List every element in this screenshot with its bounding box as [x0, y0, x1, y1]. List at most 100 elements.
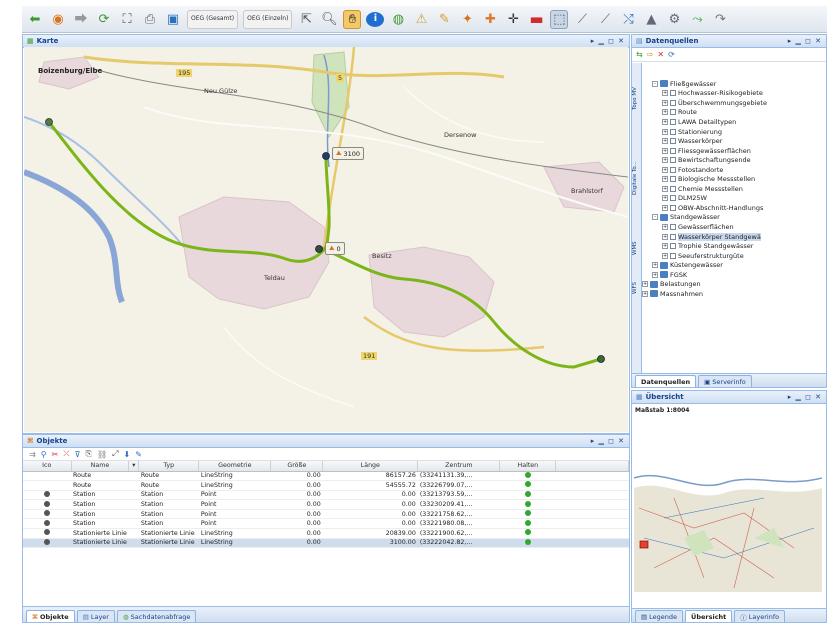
col-header-type[interactable]: Typ — [138, 461, 200, 472]
remove-icon[interactable]: ⤫ — [63, 449, 69, 459]
table-row[interactable]: Stationierte Linie Stationierte Linie Line… — [23, 528, 629, 539]
layer-checkbox[interactable] — [670, 118, 676, 125]
network-icon[interactable]: ⛶ — [118, 10, 136, 29]
expand-icon[interactable]: + — [652, 271, 658, 278]
expand-icon[interactable]: + — [662, 118, 668, 125]
table-row[interactable]: Station Station Point 0.00 0.00 (33221758.62,… — [23, 509, 629, 520]
tree-node[interactable]: - Standgewässer — [642, 213, 822, 223]
layer-checkbox[interactable] — [670, 176, 676, 183]
print-icon[interactable]: ⎙ — [141, 10, 159, 29]
tree-node[interactable]: + Wasserkörper — [642, 136, 822, 146]
col-header-center[interactable]: Zentrum — [417, 461, 501, 472]
panel-window-controls[interactable]: ▸ ▁ ◻ ✕ — [591, 437, 625, 445]
tab-layer[interactable]: ▤ Layer — [76, 610, 115, 622]
tree-node[interactable]: + Route — [642, 108, 822, 118]
tree-node[interactable]: + Fliessgewässerflächen — [642, 146, 822, 156]
tab-objekte[interactable]: ⌘ Objekte — [26, 610, 75, 622]
add-source-icon[interactable]: ⇨ — [647, 50, 654, 59]
tree-node[interactable]: + FGSK — [642, 270, 822, 280]
map-canvas[interactable]: Boizenburg/Elbe Neu Gülze Dersenow Brahl… — [24, 47, 628, 432]
panel-window-controls[interactable]: ▸ ▁ ◻ ✕ — [788, 393, 822, 401]
select-area-icon[interactable]: ⬚ — [550, 9, 569, 29]
tab-uebersicht[interactable]: Übersicht — [685, 610, 733, 622]
tree-node[interactable]: + Chemie Messstellen — [642, 184, 822, 194]
expand-icon[interactable]: + — [662, 138, 668, 145]
tree-node[interactable]: + LAWA Detailtypen — [642, 117, 822, 127]
hold-status-icon[interactable] — [524, 490, 531, 497]
crosshair-icon[interactable]: ✛ — [504, 10, 522, 29]
layer-checkbox[interactable] — [670, 138, 676, 145]
hold-status-icon[interactable] — [524, 471, 531, 478]
export-icon[interactable]: ⬇ — [124, 450, 131, 459]
tab-legende[interactable]: ▤ Legende — [635, 610, 684, 622]
info-icon[interactable]: i — [366, 11, 385, 27]
col-header-geometry[interactable]: Geometrie — [198, 461, 272, 472]
tree-node[interactable]: + Küstengewässer — [642, 260, 822, 270]
tree-node[interactable]: + Seeuferstrukturgüte — [642, 251, 822, 261]
col-header-hold[interactable]: Halten — [499, 461, 557, 472]
panel-window-controls[interactable]: ▸ ▁ ◻ ✕ — [591, 37, 625, 45]
route-icon[interactable]: ⤳ — [688, 10, 706, 29]
tree-node[interactable]: + Biologische Messstellen — [642, 174, 822, 184]
expand-icon[interactable]: + — [662, 90, 668, 97]
tree-node[interactable]: + DLM25W — [642, 194, 822, 204]
tab-topo-mv[interactable]: Topo MV — [632, 69, 642, 129]
expand-icon[interactable]: + — [662, 185, 668, 192]
tab-digitale-topo[interactable]: Digitale To... — [632, 143, 642, 213]
pan-hand-icon[interactable]: ✋︎ — [343, 9, 362, 29]
triangle-icon[interactable]: ▲ — [642, 10, 660, 29]
tab-wfs[interactable]: WFS — [632, 273, 642, 303]
expand-icon[interactable]: + — [662, 157, 668, 164]
station-marker-label[interactable]: ⛰ 0 — [325, 242, 345, 255]
oeg-single-button[interactable]: OEG (Einzeln) — [243, 9, 293, 29]
remove-source-icon[interactable]: ✕ — [657, 50, 664, 59]
expand-icon[interactable]: + — [662, 99, 668, 106]
tab-serverinfo[interactable]: ▣ Serverinfo — [698, 375, 752, 387]
layer-checkbox[interactable] — [670, 99, 676, 106]
back-icon[interactable]: ⬅ — [26, 10, 44, 29]
layer-checkbox[interactable] — [670, 233, 676, 240]
tree-node[interactable]: + Bewirtschaftungsende — [642, 155, 822, 165]
station-marker-label[interactable]: ⛰ 3100 — [332, 147, 365, 160]
redo-icon[interactable]: ↷ — [711, 10, 729, 29]
split-icon[interactable]: ⤭ — [619, 10, 637, 29]
tab-layerinfo[interactable]: ⓘ Layerinfo — [734, 610, 786, 622]
expand-icon[interactable]: + — [662, 243, 668, 250]
line-icon[interactable]: ▬ — [527, 10, 545, 29]
layer-checkbox[interactable] — [670, 147, 676, 154]
disk-icon[interactable]: ▣ — [164, 10, 182, 29]
layer-tool-icon[interactable]: ⇆ — [636, 50, 643, 59]
expand-icon[interactable]: + — [662, 233, 668, 240]
layer-checkbox[interactable] — [670, 166, 676, 173]
col-header-sort[interactable]: ▾ — [128, 461, 140, 472]
layer-checkbox[interactable] — [670, 243, 676, 250]
zoom-icon[interactable]: 🔍︎ — [320, 10, 338, 29]
refresh-source-icon[interactable]: ⟳ — [668, 50, 675, 59]
expand-icon[interactable]: + — [642, 290, 648, 297]
collapse-icon[interactable]: - — [652, 214, 658, 221]
layer-checkbox[interactable] — [670, 90, 676, 97]
layer-checkbox[interactable] — [670, 185, 676, 192]
point-edit-icon[interactable]: ✚ — [481, 10, 499, 29]
edit-icon[interactable]: ✎ — [135, 450, 142, 459]
expand-icon[interactable]: + — [662, 176, 668, 183]
expand-icon[interactable]: + — [662, 204, 668, 211]
tree-node[interactable]: + Stationierung — [642, 127, 822, 137]
oeg-overall-button[interactable]: OEG (Gesamt) — [187, 9, 239, 29]
tree-node[interactable]: + Überschwemmungsgebiete — [642, 98, 822, 108]
hold-status-icon[interactable] — [524, 529, 531, 536]
hold-status-icon[interactable] — [524, 481, 531, 488]
hold-status-icon[interactable] — [524, 538, 531, 545]
layer-checkbox[interactable] — [670, 195, 676, 202]
expand-icon[interactable]: + — [642, 281, 648, 288]
expand-icon[interactable]: + — [662, 166, 668, 173]
layer-checkbox[interactable] — [670, 223, 676, 230]
expand-icon[interactable]: + — [662, 252, 668, 259]
measure-icon[interactable]: ⚠︎ — [412, 10, 430, 29]
tree-node[interactable]: + Massnahmen — [642, 289, 822, 299]
table-row[interactable]: Station Station Point 0.00 0.00 (33213793.59,… — [23, 490, 629, 501]
expand-icon[interactable]: + — [662, 109, 668, 116]
tree-node[interactable]: + OBW-Abschnitt-Handlungs — [642, 203, 822, 213]
select-all-icon[interactable]: ⇉ — [29, 450, 36, 459]
hold-status-icon[interactable] — [524, 519, 531, 526]
